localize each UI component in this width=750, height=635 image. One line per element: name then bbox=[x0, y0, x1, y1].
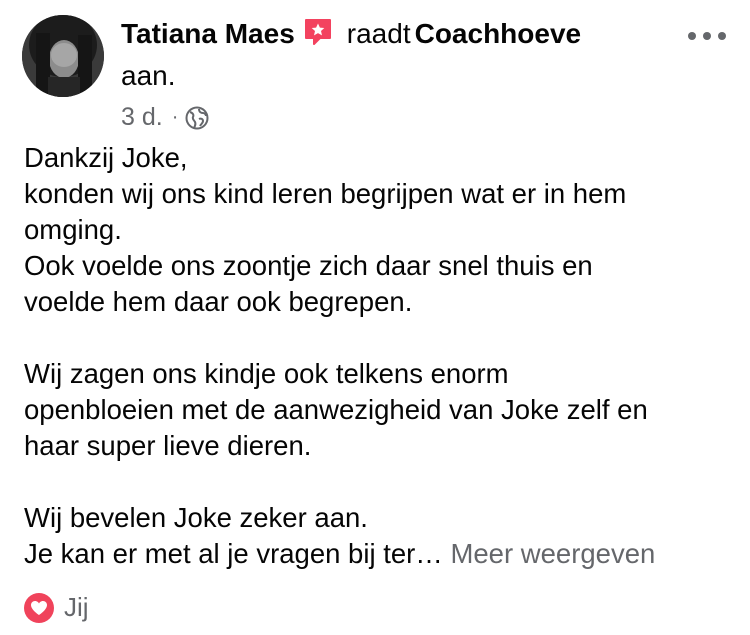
body-line: openbloeien met de aanwezigheid van Joke… bbox=[24, 394, 648, 425]
body-line: Wij zagen ons kindje ook telkens enorm bbox=[24, 358, 509, 389]
heart-reaction-icon bbox=[24, 592, 54, 623]
meta-separator: · bbox=[171, 106, 179, 128]
post-body: Dankzij Joke, konden wij ons kind leren … bbox=[24, 140, 734, 572]
reactions-summary[interactable]: Jij bbox=[24, 592, 89, 623]
reactions-label: Jij bbox=[64, 592, 89, 622]
more-options-button[interactable] bbox=[688, 26, 726, 46]
body-line: Wij bevelen Joke zeker aan. bbox=[24, 502, 368, 533]
body-line-truncated: Je kan er met al je vragen bij ter… Meer… bbox=[24, 536, 734, 572]
author-name[interactable]: Tatiana Maes bbox=[121, 18, 295, 49]
body-line: Dankzij Joke, bbox=[24, 142, 188, 173]
recommendation-post: Tatiana Maes raadt Coachhoeve aan. 3 d. ·… bbox=[0, 0, 750, 635]
recommend-verb: raadt bbox=[346, 18, 411, 49]
body-line: konden wij ons kind leren begrijpen wat … bbox=[24, 178, 627, 209]
body-line: voelde hem daar ook begrepen. bbox=[24, 286, 413, 317]
header-suffix: aan. bbox=[121, 60, 176, 91]
more-horizontal-icon bbox=[688, 32, 696, 40]
recommend-star-icon bbox=[303, 17, 333, 58]
post-timestamp[interactable]: 3 d. bbox=[121, 100, 163, 134]
author-avatar[interactable] bbox=[22, 15, 104, 97]
body-line: Ook voelde ons zoontje zich daar snel th… bbox=[24, 250, 593, 281]
page-name-link[interactable]: Coachhoeve bbox=[415, 18, 582, 49]
body-line: omging. bbox=[24, 214, 122, 245]
post-header: Tatiana Maes raadt Coachhoeve bbox=[121, 14, 581, 58]
body-line: haar super lieve dieren. bbox=[24, 430, 312, 461]
post-meta: 3 d. · bbox=[121, 100, 209, 134]
globe-icon bbox=[185, 105, 209, 130]
see-more-link[interactable]: Meer weergeven bbox=[450, 538, 655, 569]
truncated-text: Je kan er met al je vragen bij ter… bbox=[24, 538, 443, 569]
